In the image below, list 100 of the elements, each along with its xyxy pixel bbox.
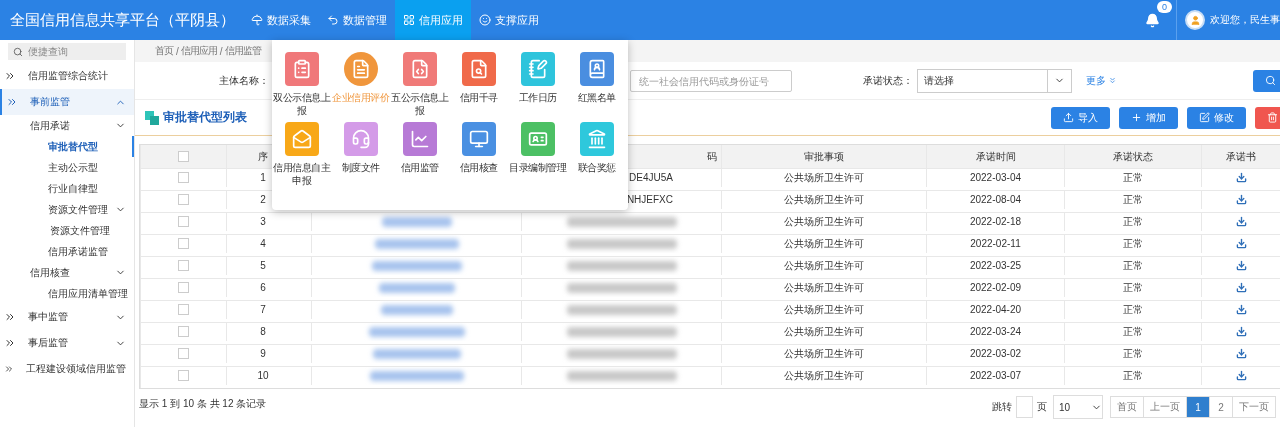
sidebar-item[interactable]: 信用承诺 (0, 115, 134, 136)
download-icon[interactable] (1235, 348, 1247, 360)
download-icon[interactable] (1235, 216, 1247, 228)
add-button[interactable]: 增加 (1119, 106, 1178, 129)
smiley-icon (479, 14, 491, 26)
table-cell: 公共场所卫生许可 (721, 191, 926, 209)
sidebar-item[interactable]: 信用监管综合统计 (0, 63, 134, 89)
sidebar-item[interactable]: 事中监管 (0, 304, 134, 330)
sidebar-item[interactable]: 资源文件管理 (0, 220, 134, 241)
notification-badge: 0 (1157, 0, 1172, 13)
menu-item[interactable]: 信用核查 (449, 122, 508, 192)
sidebar-item[interactable]: 主动公示型 (0, 157, 134, 178)
table-cell: 2022-02-18 (926, 213, 1064, 231)
download-icon[interactable] (1235, 260, 1247, 272)
menu-item[interactable]: 信用千寻 (449, 52, 508, 122)
table-cell: 正常 (1064, 279, 1201, 297)
table-cell: 正常 (1064, 235, 1201, 253)
download-icon[interactable] (1235, 194, 1247, 206)
download-icon[interactable] (1235, 326, 1247, 338)
sidebar-search-field[interactable]: 便捷查询 (8, 43, 126, 60)
table-cell: 3 (226, 213, 311, 231)
edit-button[interactable]: 修改 (1187, 106, 1246, 129)
sidebar-item[interactable]: 审批替代型 (0, 136, 134, 157)
field-label: 主体名称： (219, 73, 269, 88)
table-cell: 正常 (1064, 191, 1201, 209)
table-cell: 2022-03-25 (926, 257, 1064, 275)
menu-item[interactable]: 工作日历 (508, 52, 567, 122)
sidebar-item[interactable]: 工程建设领域信用监管 (0, 356, 134, 382)
checkbox[interactable] (178, 151, 189, 162)
checkbox[interactable] (178, 194, 189, 206)
nav-tab[interactable]: 数据管理 (319, 0, 395, 40)
umbrella-icon (251, 14, 263, 26)
table-cell: 公共场所卫生许可 (721, 257, 926, 275)
checkbox[interactable] (178, 370, 189, 382)
table-cell: 6 (226, 279, 311, 297)
download-icon[interactable] (1235, 370, 1247, 382)
page-button[interactable]: 1 (1186, 396, 1210, 418)
checkbox[interactable] (178, 216, 189, 228)
avatar-icon[interactable] (1185, 10, 1205, 30)
page-size-select[interactable]: 10 (1053, 395, 1103, 419)
bell-icon[interactable] (1144, 12, 1160, 28)
page-button[interactable]: 下一页 (1232, 396, 1276, 418)
upload-icon (1063, 112, 1074, 123)
nav-tab[interactable]: 数据采集 (243, 0, 319, 40)
checkbox[interactable] (178, 238, 189, 250)
sidebar-item[interactable]: 事后监管 (0, 330, 134, 356)
checkbox[interactable] (178, 260, 189, 272)
sidebar-item[interactable]: 事前监管 (0, 89, 134, 115)
sidebar-item[interactable]: 信用应用清单管理 (0, 283, 134, 304)
edit-icon (1199, 112, 1210, 123)
blurred-text (381, 216, 452, 227)
page-button[interactable]: 首页 (1110, 396, 1144, 418)
table-cell: 7 (226, 301, 311, 319)
trash-icon (1267, 112, 1278, 123)
sidebar-item[interactable]: 资源文件管理 (0, 199, 134, 220)
download-icon[interactable] (1235, 238, 1247, 250)
breadcrumb-link[interactable]: 信用监管 (224, 44, 261, 58)
breadcrumb-link[interactable]: 首页 (155, 44, 173, 58)
download-icon[interactable] (1235, 304, 1247, 316)
page-button[interactable]: 上一页 (1143, 396, 1187, 418)
table-cell: 正常 (1064, 345, 1201, 363)
menu-item[interactable]: 双公示信息上报 (272, 52, 331, 122)
checkbox[interactable] (178, 326, 189, 338)
search-button[interactable] (1253, 69, 1280, 92)
page-button[interactable]: 2 (1209, 396, 1233, 418)
nav-tab[interactable]: 支撑应用 (471, 0, 547, 40)
download-icon[interactable] (1235, 172, 1247, 184)
page-input[interactable] (1016, 396, 1033, 418)
status-select[interactable]: 请选择 (917, 68, 1072, 93)
table-cell: 正常 (1064, 213, 1201, 231)
menu-item[interactable]: 五公示信息上报 (390, 52, 449, 122)
checkbox[interactable] (178, 348, 189, 360)
table-cell: 公共场所卫生许可 (721, 301, 926, 319)
table-cell: 4 (226, 235, 311, 253)
table-cell: 2022-08-04 (926, 191, 1064, 209)
menu-item[interactable]: 信用监管 (390, 122, 449, 192)
delete-button[interactable] (1255, 106, 1280, 129)
table-cell: 公共场所卫生许可 (721, 323, 926, 341)
sidebar-item[interactable]: 信用核查 (0, 262, 134, 283)
table-cell: 2022-03-07 (926, 367, 1064, 385)
more-link[interactable]: 更多 (1086, 73, 1117, 88)
menu-item[interactable]: 红黑名单 (567, 52, 626, 122)
menu-item[interactable]: 制度文件 (331, 122, 390, 192)
record-summary: 显示 1 到 10 条 共 12 条记录 (139, 397, 268, 411)
sidebar-item[interactable]: 信用承诺监管 (0, 241, 134, 262)
breadcrumb-separator: / (176, 45, 178, 57)
table-cell: 9 (226, 345, 311, 363)
table-cell: 10 (226, 367, 311, 385)
double-chevron-icon (6, 96, 18, 108)
import-button[interactable]: 导入 (1051, 106, 1110, 129)
checkbox[interactable] (178, 304, 189, 316)
table-cell: 2022-03-02 (926, 345, 1064, 363)
checkbox[interactable] (178, 282, 189, 294)
sidebar-item[interactable]: 行业自律型 (0, 178, 134, 199)
double-chevron-icon (4, 311, 16, 323)
double-chevron-icon (4, 363, 14, 375)
breadcrumb-link[interactable]: 信用应用 (180, 44, 217, 58)
field-label: 承诺状态： (863, 73, 913, 88)
download-icon[interactable] (1235, 282, 1247, 294)
checkbox[interactable] (178, 172, 189, 184)
